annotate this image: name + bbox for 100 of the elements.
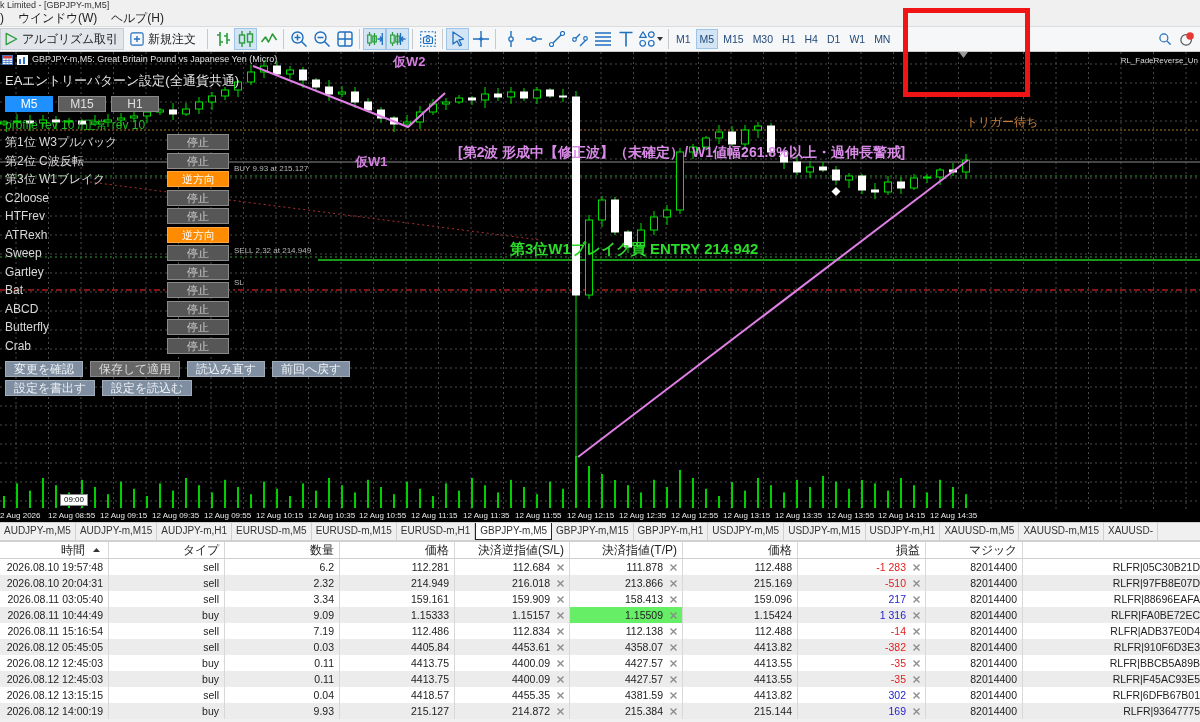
table-cell: 0.03 — [225, 639, 340, 655]
close-icon[interactable] — [913, 691, 920, 699]
table-cell-text: RLFR|FA0BE72EC — [1109, 608, 1200, 623]
timeframe-button[interactable]: M15 — [58, 96, 106, 112]
cell-text: 112.834 — [512, 624, 550, 639]
timeframe-button[interactable]: MN — [870, 29, 895, 49]
close-icon[interactable] — [557, 563, 564, 571]
close-icon[interactable] — [557, 611, 564, 619]
pattern-name: Gartley — [5, 264, 44, 279]
close-icon[interactable] — [913, 579, 920, 587]
time-axis-label: 12 Aug 11:55 — [515, 511, 562, 521]
close-icon[interactable] — [670, 611, 677, 619]
chart-tab[interactable]: GBPJPY-m,M5 — [475, 523, 553, 540]
cell-text: -35 — [890, 656, 906, 671]
cell-text: -510 — [885, 576, 906, 591]
close-icon[interactable] — [670, 659, 677, 667]
chart-shift-button[interactable] — [386, 28, 409, 50]
table-cell: 4405.84 — [340, 639, 455, 655]
close-icon[interactable] — [913, 643, 920, 651]
close-icon[interactable] — [913, 563, 920, 571]
wave-label: 仮W1 — [355, 154, 388, 169]
column-header[interactable]: 時間 — [61, 542, 85, 558]
time-axis-label: 12 Aug 14:15 — [878, 511, 926, 521]
timeframe-button[interactable]: H1 — [111, 96, 159, 112]
mode-button[interactable]: 停止 — [167, 263, 229, 280]
mode-button[interactable]: 停止 — [167, 300, 229, 317]
close-icon[interactable] — [557, 643, 564, 651]
close-icon[interactable] — [913, 627, 920, 635]
column-header[interactable]: 価格 — [340, 542, 455, 558]
table-cell: 2026.08.12 05:45:05 — [0, 639, 109, 655]
pattern-name: Butterfly — [5, 320, 49, 335]
menu-item[interactable]: ウインドウ(W) — [18, 10, 98, 26]
close-icon[interactable] — [557, 627, 564, 635]
camera-icon — [419, 31, 436, 47]
cell-text: 4400.09 — [512, 672, 550, 687]
action-button[interactable]: 保存して適用 — [90, 361, 180, 377]
mode-button[interactable]: 停止 — [167, 189, 229, 206]
auto-scroll-button[interactable] — [363, 28, 386, 50]
zoom-in-icon — [290, 31, 307, 47]
mode-button[interactable]: 停止 — [167, 208, 229, 225]
close-icon[interactable] — [670, 643, 677, 651]
close-icon[interactable] — [557, 707, 564, 715]
close-icon[interactable] — [670, 707, 677, 715]
close-icon[interactable] — [913, 595, 920, 603]
chart-shift-icon — [389, 31, 406, 47]
candlestick-button[interactable] — [234, 28, 257, 50]
timeframe-button[interactable]: D1 — [822, 29, 845, 49]
mode-button[interactable]: 停止 — [167, 337, 229, 354]
close-icon[interactable] — [670, 691, 677, 699]
close-icon[interactable] — [557, 579, 564, 587]
close-icon[interactable] — [913, 611, 920, 619]
column-header[interactable]: 決済逆指値(S/L) — [455, 542, 570, 558]
table-cell: 2026.08.12 12:45:03 — [0, 671, 109, 687]
timeframe-button[interactable]: H1 — [778, 29, 800, 49]
column-header[interactable]: タイプ — [109, 542, 225, 558]
mode-button[interactable]: 停止 — [167, 282, 229, 299]
timeframe-button[interactable]: W1 — [845, 29, 870, 49]
time-axis-label: 12 Aug 12:15 — [567, 511, 615, 521]
close-icon[interactable] — [670, 563, 677, 571]
triangle-marker-icon[interactable] — [959, 52, 968, 58]
mode-button[interactable]: 停止 — [167, 134, 229, 151]
cell-text: 4455.35 — [512, 688, 550, 703]
cell-text: 4427.57 — [625, 672, 663, 687]
shapes-icon — [639, 31, 655, 47]
column-header[interactable]: 数量 — [225, 542, 340, 558]
close-icon[interactable] — [670, 579, 677, 587]
timeframe-button[interactable]: H4 — [800, 29, 822, 49]
cursor-button[interactable] — [446, 28, 469, 50]
column-header[interactable]: 価格 — [683, 542, 798, 558]
close-icon[interactable] — [670, 627, 677, 635]
close-icon[interactable] — [670, 595, 677, 603]
cell-text: 214.872 — [512, 704, 550, 719]
close-icon[interactable] — [557, 659, 564, 667]
timeframe-button[interactable]: M5 — [695, 29, 719, 49]
timeframe-button[interactable]: M30 — [748, 29, 778, 49]
close-icon[interactable] — [913, 675, 920, 683]
algo-trading-button[interactable]: アルゴリズム取引 — [0, 28, 124, 50]
menu-item[interactable]: ) — [0, 10, 4, 26]
play-icon — [4, 32, 18, 46]
close-icon[interactable] — [913, 659, 920, 667]
close-icon[interactable] — [670, 675, 677, 683]
close-icon[interactable] — [557, 675, 564, 683]
cell-text: 111.878 — [626, 560, 663, 575]
column-header[interactable]: マジック — [926, 542, 1023, 558]
time-axis-label: 12 Aug 10:35 — [308, 511, 356, 521]
shapes-button[interactable] — [637, 28, 665, 50]
table-cell: 4413.75 — [340, 671, 455, 687]
close-icon[interactable] — [557, 595, 564, 603]
sort-arrow-icon[interactable] — [93, 548, 100, 552]
timeframe-button[interactable]: M15 — [719, 29, 748, 49]
mode-button[interactable]: 停止 — [167, 319, 229, 336]
column-header[interactable]: 損益 — [798, 542, 926, 558]
new-order-button[interactable]: 新規注文 — [126, 28, 202, 50]
column-header[interactable]: 決済指値(T/P) — [570, 542, 683, 558]
close-icon[interactable] — [913, 707, 920, 715]
mode-button[interactable]: 停止 — [167, 245, 229, 262]
menu-item[interactable]: ヘルプ(H) — [111, 10, 164, 26]
mode-button[interactable]: 停止 — [167, 152, 229, 169]
close-icon[interactable] — [557, 691, 564, 699]
timeframe-button[interactable]: M1 — [672, 29, 695, 49]
